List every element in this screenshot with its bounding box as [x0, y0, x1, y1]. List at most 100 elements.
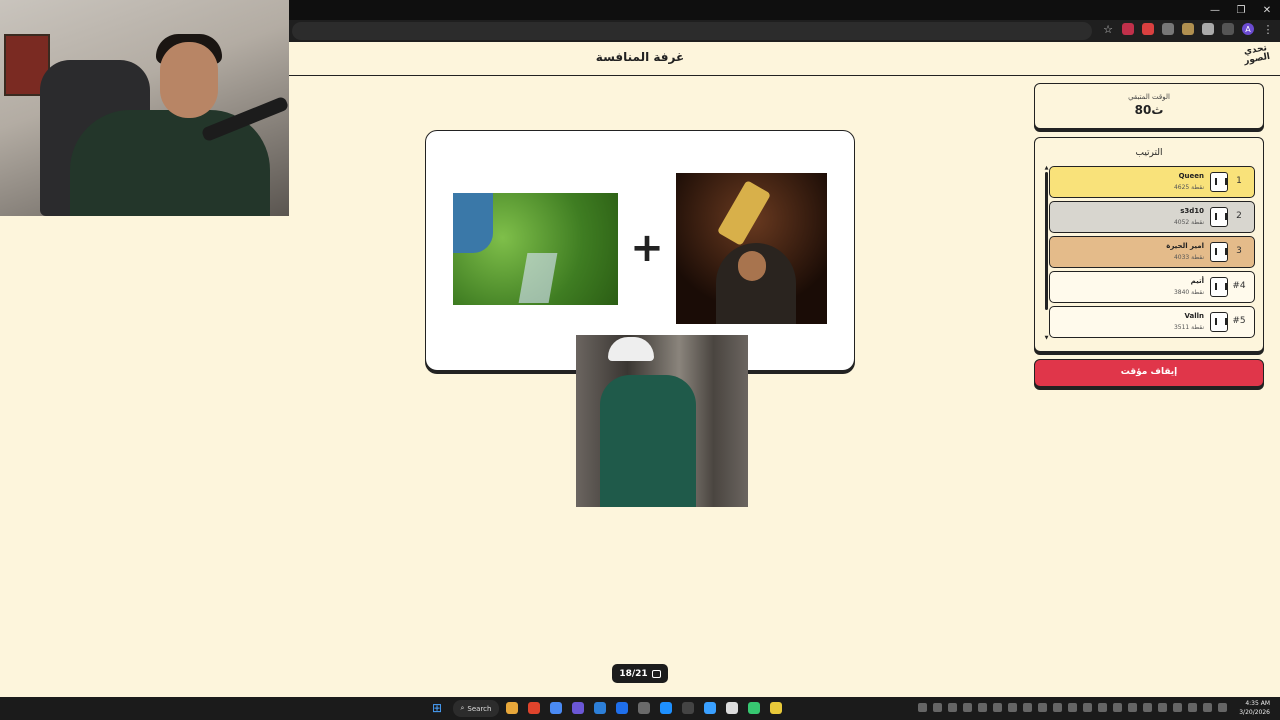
extension-icon[interactable] — [1202, 23, 1214, 35]
tray-icon[interactable] — [1068, 703, 1077, 712]
system-tray — [918, 703, 1227, 712]
taskbar-apps — [506, 702, 782, 714]
tray-icon[interactable] — [1098, 703, 1107, 712]
profile-avatar[interactable]: A — [1242, 23, 1254, 35]
taskbar: ⊞ ⌕ Search 4:35 AM 3/20/2026 — [0, 697, 1280, 720]
extension-icon[interactable] — [1122, 23, 1134, 35]
extension-bar: ☆ A ⋮ — [1102, 23, 1274, 36]
close-button[interactable]: ✕ — [1254, 0, 1280, 20]
trophy-celebration-image — [676, 173, 827, 324]
player-avatar-icon — [1210, 277, 1228, 297]
tray-icon[interactable] — [1023, 703, 1032, 712]
taskbar-app-icon[interactable] — [660, 702, 672, 714]
search-icon: ⌕ — [460, 704, 465, 712]
tray-icon[interactable] — [1218, 703, 1227, 712]
timer-label: الوقت المتبقي — [1128, 93, 1170, 101]
player-score: 3840 نقطة — [1173, 289, 1204, 296]
taskbar-search[interactable]: ⌕ Search — [453, 700, 499, 717]
page-title: غرفة المنافسة — [595, 50, 685, 64]
player-avatar-icon — [1210, 312, 1228, 332]
white-cap — [608, 337, 654, 361]
tray-icon[interactable] — [1128, 703, 1137, 712]
tray-icon[interactable] — [1143, 703, 1152, 712]
clock-time: 4:35 AM — [1245, 700, 1270, 707]
star-icon[interactable]: ☆ — [1102, 23, 1114, 36]
extension-icon[interactable] — [1182, 23, 1194, 35]
rank-number: 2 — [1236, 211, 1242, 221]
search-label: Search — [467, 704, 492, 713]
tray-icon[interactable] — [1053, 703, 1062, 712]
taskbar-app-icon[interactable] — [506, 702, 518, 714]
water-stream — [518, 253, 558, 303]
clock-date: 3/20/2026 — [1239, 709, 1270, 716]
trophy — [716, 180, 772, 246]
ranking-panel: الترتيب ▲ ▼ 1 Queen 4625 نقطة 2 s3d10 40… — [1034, 137, 1264, 352]
rank-row-2: 2 s3d10 4052 نقطة — [1049, 201, 1255, 233]
watering-can — [453, 193, 493, 253]
round-progress: 18/21 — [612, 664, 668, 683]
player-score: 4625 نقطة — [1173, 184, 1204, 191]
pause-button[interactable]: إيقاف مؤقت — [1034, 359, 1264, 387]
address-bar[interactable] — [292, 22, 1092, 40]
rank-row-4: #4 أتيم 3840 نقطة — [1049, 271, 1255, 303]
taskbar-app-icon[interactable] — [748, 702, 760, 714]
tray-icon[interactable] — [948, 703, 957, 712]
tray-icon[interactable] — [1173, 703, 1182, 712]
system-clock[interactable]: 4:35 AM 3/20/2026 — [1239, 699, 1270, 717]
taskbar-app-icon[interactable] — [528, 702, 540, 714]
tray-icon[interactable] — [978, 703, 987, 712]
dancer-torso — [600, 375, 696, 507]
tray-icon[interactable] — [1083, 703, 1092, 712]
taskbar-app-icon[interactable] — [594, 702, 606, 714]
taskbar-app-icon[interactable] — [550, 702, 562, 714]
tray-icon[interactable] — [993, 703, 1002, 712]
tray-icon[interactable] — [933, 703, 942, 712]
timer-value: 80ث — [1134, 103, 1164, 117]
rank-row-5: #5 Valln 3511 نقطة — [1049, 306, 1255, 338]
scrollbar[interactable] — [1045, 172, 1048, 310]
tray-icon[interactable] — [1188, 703, 1197, 712]
player-name: أتيم — [1190, 277, 1204, 285]
windows-start-icon[interactable]: ⊞ — [432, 702, 444, 714]
player-avatar-icon — [1210, 207, 1228, 227]
taskbar-app-icon[interactable] — [770, 702, 782, 714]
player-avatar-icon — [1210, 242, 1228, 262]
player-name: Queen — [1178, 172, 1204, 180]
taskbar-app-icon[interactable] — [704, 702, 716, 714]
extension-icon[interactable] — [1162, 23, 1174, 35]
webcam-overlay — [0, 0, 289, 216]
kebab-menu-icon[interactable]: ⋮ — [1262, 23, 1274, 36]
taskbar-app-icon[interactable] — [572, 702, 584, 714]
plus-icon: + — [630, 225, 664, 271]
timer-panel: الوقت المتبقي 80ث — [1034, 83, 1264, 129]
rank-number: #5 — [1232, 316, 1246, 326]
minimize-button[interactable]: — — [1202, 0, 1228, 20]
tray-icon[interactable] — [918, 703, 927, 712]
taskbar-app-icon[interactable] — [616, 702, 628, 714]
watering-plants-image — [453, 193, 618, 305]
player-name: امير الحيرة — [1166, 242, 1204, 250]
tray-icon[interactable] — [963, 703, 972, 712]
maximize-button[interactable]: ❐ — [1228, 0, 1254, 20]
rank-row-3: 3 امير الحيرة 4033 نقطة — [1049, 236, 1255, 268]
player-score: 3511 نقطة — [1173, 324, 1204, 331]
rank-number: 3 — [1236, 246, 1242, 256]
taskbar-app-icon[interactable] — [638, 702, 650, 714]
taskbar-app-icon[interactable] — [682, 702, 694, 714]
player-avatar-icon — [1210, 172, 1228, 192]
window-controls: — ❐ ✕ — [1202, 0, 1280, 20]
player-name: s3d10 — [1180, 207, 1204, 215]
taskbar-app-icon[interactable] — [726, 702, 738, 714]
tray-icon[interactable] — [1008, 703, 1017, 712]
tray-icon[interactable] — [1113, 703, 1122, 712]
extension-icon[interactable] — [1142, 23, 1154, 35]
app-logo[interactable]: تحدي الصور — [1242, 43, 1272, 74]
tray-icon[interactable] — [1038, 703, 1047, 712]
puzzle-icon[interactable] — [1222, 23, 1234, 35]
streamer-head — [160, 42, 218, 118]
ranking-title: الترتيب — [1135, 148, 1163, 158]
player-name: Valln — [1184, 312, 1204, 320]
tray-icon[interactable] — [1158, 703, 1167, 712]
rank-number: #4 — [1232, 281, 1246, 291]
tray-icon[interactable] — [1203, 703, 1212, 712]
